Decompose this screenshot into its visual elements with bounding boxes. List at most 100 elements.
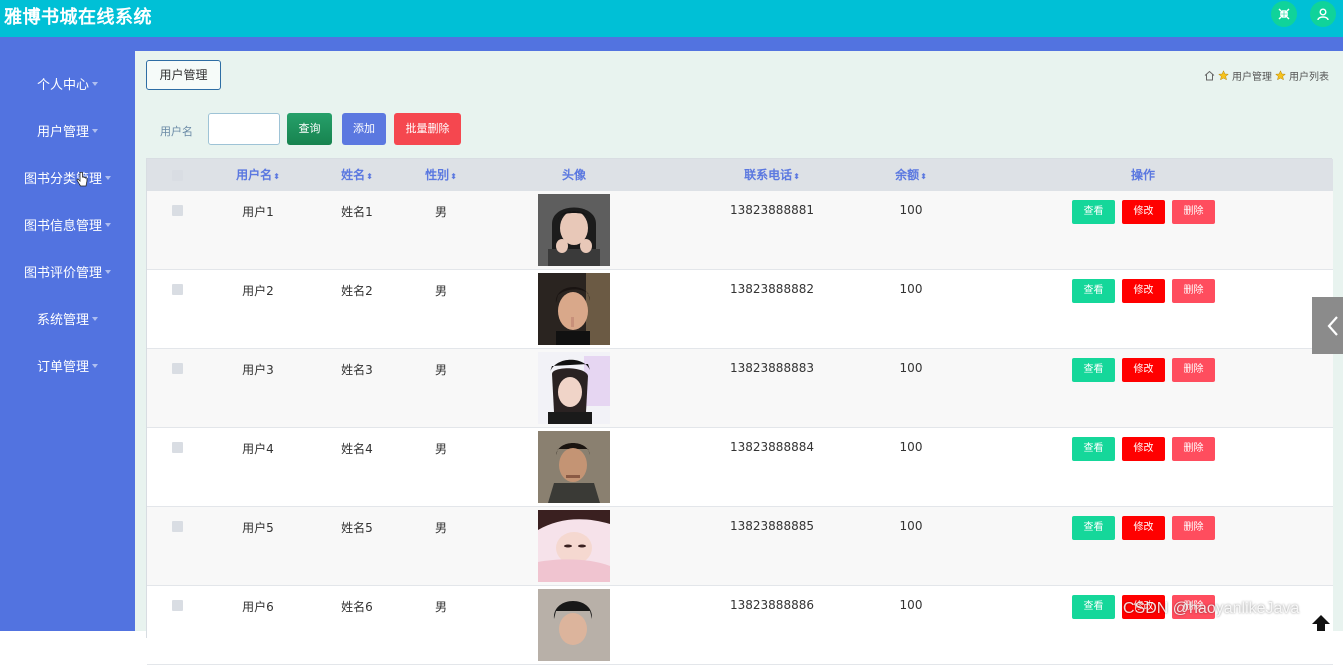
avatar-image xyxy=(538,273,610,345)
table-row: 用户1 姓名1 男 13823888881 100 查看 修改 删除 xyxy=(147,191,1333,270)
cell-balance: 100 xyxy=(899,282,923,296)
edit-button[interactable]: 修改 xyxy=(1122,516,1165,540)
star-icon xyxy=(1218,70,1229,81)
header-strip xyxy=(0,37,1343,51)
cell-phone: 13823888884 xyxy=(730,440,814,454)
sidebar-item-book-review[interactable]: 图书评价管理 xyxy=(0,259,135,289)
sidebar-item-system[interactable]: 系统管理 xyxy=(0,306,135,336)
hand-cursor-icon xyxy=(76,172,88,187)
shrink-icon[interactable] xyxy=(1271,1,1297,27)
delete-button[interactable]: 删除 xyxy=(1172,516,1215,540)
view-button[interactable]: 查看 xyxy=(1072,437,1115,461)
avatar-image xyxy=(538,510,610,582)
cell-balance: 100 xyxy=(899,203,923,217)
row-checkbox[interactable] xyxy=(172,600,183,611)
header-phone[interactable]: 联系电话⬍ xyxy=(727,159,817,191)
cell-phone: 13823888882 xyxy=(730,282,814,296)
breadcrumb-level1[interactable]: 用户管理 xyxy=(1232,68,1272,83)
edit-button[interactable]: 修改 xyxy=(1122,279,1165,303)
star-icon xyxy=(1275,70,1286,81)
sidebar-item-book-category[interactable]: 图书分类管理 xyxy=(0,165,135,195)
cell-gender: 男 xyxy=(434,363,447,377)
cell-username: 用户1 xyxy=(242,205,274,219)
cell-username: 用户3 xyxy=(242,363,274,377)
cell-username: 用户5 xyxy=(242,521,274,535)
row-checkbox[interactable] xyxy=(172,205,183,216)
header-gender[interactable]: 性别⬍ xyxy=(411,159,471,191)
view-button[interactable]: 查看 xyxy=(1072,358,1115,382)
sort-icon[interactable]: ⬍ xyxy=(273,172,280,181)
select-all-checkbox[interactable] xyxy=(172,170,183,181)
cell-phone: 13823888881 xyxy=(730,203,814,217)
delete-button[interactable]: 删除 xyxy=(1172,200,1215,224)
cell-gender: 男 xyxy=(434,205,447,219)
row-checkbox[interactable] xyxy=(172,363,183,374)
sort-icon[interactable]: ⬍ xyxy=(366,172,373,181)
sort-icon[interactable]: ⬍ xyxy=(450,172,457,181)
header-avatar: 头像 xyxy=(561,168,586,182)
table-header: 用户名⬍ 姓名⬍ 性别⬍ 头像 联系电话⬍ 余额⬍ 操作 xyxy=(147,159,1333,191)
batch-delete-button[interactable]: 批量删除 xyxy=(394,113,461,145)
view-button[interactable]: 查看 xyxy=(1072,200,1115,224)
cell-name: 姓名6 xyxy=(341,600,373,614)
row-checkbox[interactable] xyxy=(172,521,183,532)
sort-icon[interactable]: ⬍ xyxy=(793,172,800,181)
edit-button[interactable]: 修改 xyxy=(1122,200,1165,224)
sidebar-item-user-management[interactable]: 用户管理 xyxy=(0,118,135,148)
watermark: CSDN @haoyanlikeJava xyxy=(1123,600,1300,617)
cell-gender: 男 xyxy=(434,442,447,456)
home-icon[interactable] xyxy=(1204,70,1215,81)
collapse-panel-tab[interactable] xyxy=(1312,297,1343,354)
add-button[interactable]: 添加 xyxy=(342,113,386,145)
tab-user-management[interactable]: 用户管理 xyxy=(146,60,221,90)
sidebar-item-book-info[interactable]: 图书信息管理 xyxy=(0,212,135,242)
main-content: 用户管理 用户管理 用户列表 用户名 查询 添加 批量删除 用户名⬍ 姓名⬍ 性… xyxy=(135,51,1343,665)
sidebar-item-label: 个人中心 xyxy=(36,78,89,93)
view-button[interactable]: 查看 xyxy=(1072,279,1115,303)
edit-button[interactable]: 修改 xyxy=(1122,437,1165,461)
query-button[interactable]: 查询 xyxy=(287,113,332,145)
back-to-top-icon[interactable] xyxy=(1310,614,1332,631)
cell-phone: 13823888883 xyxy=(730,361,814,375)
username-search-input[interactable] xyxy=(208,113,280,145)
sidebar-item-label: 图书评价管理 xyxy=(23,266,102,281)
row-checkbox[interactable] xyxy=(172,442,183,453)
cell-gender: 男 xyxy=(434,521,447,535)
header-actions: 操作 xyxy=(1130,168,1155,182)
app-title: 雅博书城在线系统 xyxy=(4,7,152,28)
cell-name: 姓名5 xyxy=(341,521,373,535)
row-checkbox[interactable] xyxy=(172,284,183,295)
sidebar-item-orders[interactable]: 订单管理 xyxy=(0,353,135,383)
header-balance[interactable]: 余额⬍ xyxy=(881,159,941,191)
avatar-image xyxy=(538,589,610,661)
delete-button[interactable]: 删除 xyxy=(1172,279,1215,303)
header-name[interactable]: 姓名⬍ xyxy=(327,159,387,191)
sort-icon[interactable]: ⬍ xyxy=(920,172,927,181)
cell-gender: 男 xyxy=(434,284,447,298)
caret-down-icon xyxy=(105,222,111,227)
delete-button[interactable]: 删除 xyxy=(1172,358,1215,382)
view-button[interactable]: 查看 xyxy=(1072,516,1115,540)
table-row: 用户5 姓名5 男 13823888885 100 查看 修改 删除 xyxy=(147,507,1333,586)
avatar-image xyxy=(538,352,610,424)
table-row: 用户4 姓名4 男 13823888884 100 查看 修改 删除 xyxy=(147,428,1333,507)
header-username[interactable]: 用户名⬍ xyxy=(227,159,289,191)
sidebar-item-personal-center[interactable]: 个人中心 xyxy=(0,71,135,101)
caret-down-icon xyxy=(105,175,111,180)
user-icon[interactable] xyxy=(1310,1,1336,27)
caret-down-icon xyxy=(92,128,98,133)
sidebar-item-label: 用户管理 xyxy=(36,125,89,140)
avatar-image xyxy=(538,431,610,503)
cell-username: 用户6 xyxy=(242,600,274,614)
edit-button[interactable]: 修改 xyxy=(1122,358,1165,382)
cell-name: 姓名4 xyxy=(341,442,373,456)
cell-name: 姓名1 xyxy=(341,205,373,219)
chevron-left-icon xyxy=(1327,315,1338,336)
cell-phone: 13823888885 xyxy=(730,519,814,533)
sidebar: 个人中心 用户管理 图书分类管理 图书信息管理 图书评价管理 系统管理 订单管理 xyxy=(0,51,135,631)
sidebar-item-label: 订单管理 xyxy=(36,360,89,375)
delete-button[interactable]: 删除 xyxy=(1172,437,1215,461)
view-button[interactable]: 查看 xyxy=(1072,595,1115,619)
sidebar-item-label: 系统管理 xyxy=(36,313,89,328)
caret-down-icon xyxy=(92,363,98,368)
